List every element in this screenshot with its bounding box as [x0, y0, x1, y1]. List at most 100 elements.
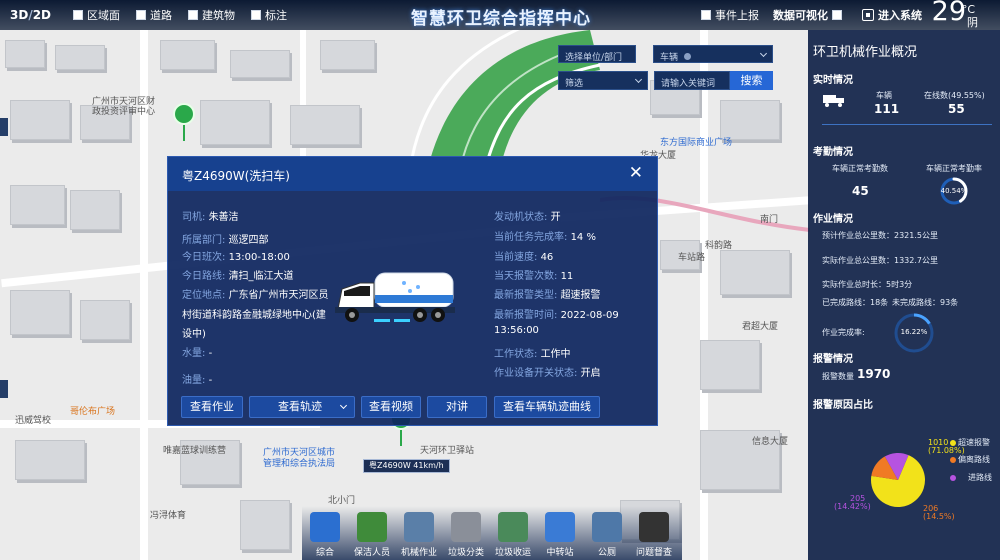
data-viz-label: 数据可视化	[773, 9, 828, 22]
checkbox[interactable]	[251, 10, 262, 20]
chevron-down-icon	[634, 75, 643, 84]
view-track-curve-button[interactable]: 查看车辆轨迹曲线	[494, 396, 600, 418]
legend-dot	[950, 440, 956, 446]
map-label: 管理和综合执法局	[263, 459, 336, 469]
popup-header: 粤Z4690W(洗扫车) ✕	[168, 157, 657, 191]
dock-label: 中转站	[546, 548, 574, 558]
view-2d[interactable]: 2D	[33, 8, 51, 22]
legend-label: 进路线	[968, 473, 992, 482]
alarm-pie-chart	[871, 453, 925, 507]
checkbox[interactable]	[188, 10, 199, 20]
dock-item[interactable]: 公厕	[584, 506, 630, 558]
type-select[interactable]: 车辆	[653, 45, 773, 63]
toilet-icon	[592, 512, 622, 542]
chevron-down-icon	[339, 401, 348, 410]
layer-checkbox-road[interactable]: 道路	[136, 7, 172, 23]
view-toggle[interactable]: 3D/2D	[10, 8, 51, 22]
left-collapse-tab[interactable]	[0, 118, 8, 136]
checkbox[interactable]	[73, 10, 84, 20]
layer-checkbox-label[interactable]: 标注	[251, 7, 287, 23]
cleaner-icon	[357, 512, 387, 542]
park-area	[408, 18, 601, 170]
work-done-routes: 已完成路线：18条	[822, 298, 889, 307]
left-collapse-tab[interactable]	[0, 380, 8, 398]
attendance-normal-value: 45	[852, 184, 869, 198]
view-work-button[interactable]: 查看作业	[181, 396, 243, 418]
work-actual: 实际作业总公里数：1332.7公里	[822, 256, 938, 265]
dock-item[interactable]: 问题督查	[631, 506, 677, 558]
field-key: 当前速度:	[494, 252, 538, 263]
dock-label: 综合	[315, 548, 334, 558]
garbage-truck-icon	[498, 512, 528, 542]
view-video-button[interactable]: 查看视频	[361, 396, 421, 418]
close-icon[interactable]: ✕	[629, 163, 643, 183]
field-key: 水量:	[182, 348, 206, 359]
overview-panel: 环卫机械作业概况 实时情况 车辆 111 在线数(49.55%) 55 考勤情况…	[808, 30, 1000, 560]
field-value: 广东省广州市天河区员	[228, 290, 329, 301]
dock-item[interactable]: 中转站	[537, 506, 583, 558]
unit-select[interactable]: 选择单位/部门	[558, 45, 636, 63]
layer-checkbox-building[interactable]: 建筑物	[188, 7, 235, 23]
enter-system-label: 进入系统	[878, 9, 922, 22]
keyword-input[interactable]: 请输入关键词	[654, 71, 730, 90]
popup-field-right: 最新报警时间: 2022-08-09	[494, 306, 619, 321]
popup-field-right: 当前任务完成率: 14 %	[494, 228, 596, 243]
layer-label: 建筑物	[202, 9, 236, 22]
field-value: 46	[540, 252, 554, 263]
view-track-select[interactable]: 查看轨迹	[249, 396, 355, 418]
map-label: 冯浔体育	[150, 511, 187, 521]
field-value: -	[208, 348, 213, 359]
map-label: 迅威驾校	[15, 416, 52, 426]
field-key: 今日路线:	[182, 271, 226, 282]
attendance-rate-label: 车辆正常考勤率	[926, 164, 982, 173]
online-value: 55	[948, 102, 965, 116]
popup-field-right: 工作状态: 工作中	[494, 345, 571, 360]
vehicle-speed-label[interactable]: 粤Z4690W 41km/h	[363, 459, 450, 473]
field-value: 工作中	[540, 349, 571, 360]
vehicles-label: 车辆	[876, 91, 892, 100]
map-label: 政投资评审中心	[92, 107, 156, 117]
work-undone-routes: 未完成路线：93条	[892, 298, 959, 307]
attendance-title: 考勤情况	[813, 147, 853, 158]
data-viz-toggle[interactable]: 数据可视化	[773, 7, 846, 23]
map-label: 君超大厦	[742, 322, 779, 332]
field-value: -	[208, 375, 213, 386]
layer-label: 道路	[150, 9, 173, 22]
filter-placeholder: 筛选	[565, 79, 584, 89]
field-value: 设中)	[182, 329, 206, 340]
popup-field-right: 当前速度: 46	[494, 248, 553, 263]
filter-select[interactable]: 筛选	[558, 71, 648, 90]
layer-checkbox-area[interactable]: 区域面	[73, 7, 120, 23]
checkbox[interactable]	[832, 10, 842, 20]
field-value: 13:00-18:00	[228, 252, 290, 263]
checkbox[interactable]	[701, 10, 711, 20]
dock-item[interactable]: 综合	[302, 506, 348, 558]
alarm-reason-title: 报警原因占比	[813, 400, 873, 411]
dock-item[interactable]: 机械作业	[396, 506, 442, 558]
search-button[interactable]: 搜索	[730, 71, 773, 90]
field-value: 朱善洁	[208, 212, 239, 223]
vehicle-marker[interactable]	[173, 103, 195, 141]
legend-label: 偏离路线	[958, 455, 990, 464]
talk-button[interactable]: 对讲	[427, 396, 487, 418]
field-value: 开	[550, 212, 561, 223]
field-key: 司机:	[182, 212, 206, 223]
system-icon	[862, 9, 874, 21]
dock-item[interactable]: 保洁人员	[349, 506, 395, 558]
checkbox[interactable]	[136, 10, 147, 20]
legend-dot	[950, 475, 956, 481]
clear-icon[interactable]	[683, 53, 691, 60]
dock-label: 机械作业	[400, 548, 437, 558]
field-key: 当天报警次数:	[494, 271, 558, 282]
event-report-toggle[interactable]: 事件上报	[701, 7, 759, 23]
field-value: 村街道科韵路金融城绿地中心(建	[182, 310, 326, 321]
field-value: 超速报警	[560, 290, 601, 301]
sweeper-truck-icon	[404, 512, 434, 542]
map-label: 车站路	[678, 253, 706, 263]
view-3d[interactable]: 3D	[10, 8, 28, 22]
dock-item[interactable]: 垃圾收运	[490, 506, 536, 558]
keyword-placeholder: 请输入关键词	[661, 79, 716, 89]
dock-item[interactable]: 垃圾分类	[443, 506, 489, 558]
enter-system-button[interactable]: 进入系统	[862, 7, 922, 23]
field-key: 最新报警时间:	[494, 310, 558, 321]
